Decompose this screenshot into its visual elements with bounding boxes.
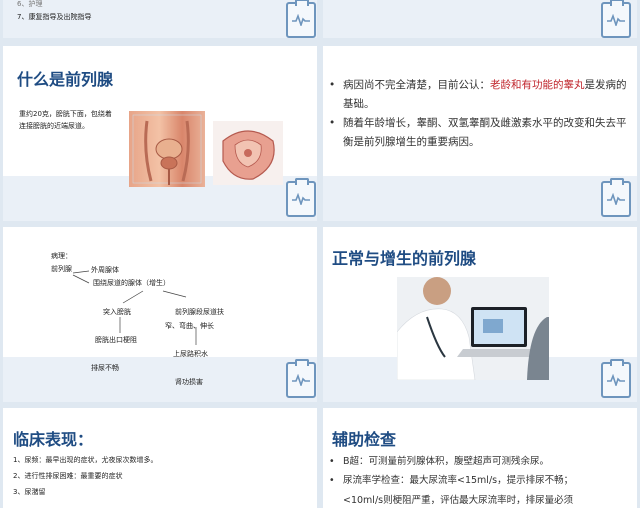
prostate-anatomy-image [129,111,205,187]
bullet-item: 尿流率学检查：最大尿流率<15ml/s，提示排尿不畅； [329,471,633,490]
clipboard-chart-icon [286,0,316,38]
node-pathology: 病理： [51,252,72,260]
slide-footer-band [323,0,637,38]
prostate-description-line1: 重约20克，膀胱下面，包绕着 [19,110,112,118]
slide-thumbnail-2[interactable] [323,0,637,38]
prostate-cross-section-image [213,121,283,185]
slide-thumbnail-6[interactable]: 正常与增生的前列腺 [323,227,637,402]
doctor-laptop-photo [397,277,549,380]
etiology-bullet-list: 病因尚不完全清楚，目前公认：老龄和有功能的睾丸是发病的基础。 随着年龄增长，睾酮… [329,76,629,152]
node-kidney-damage: 肾功损害 [175,378,203,386]
slide-title: 什么是前列腺 [17,70,114,89]
slide-thumbnail-7[interactable]: 临床表现： 1、尿频：最早出现的症状，尤夜尿次数增多。 2、进行性排尿困难：最重… [3,408,317,508]
node-prostate: 前列腺 [51,265,72,273]
slide-thumbnail-8[interactable]: 辅助检查 B超：可测量前列腺体积，腹壁超声可测残余尿。 尿流率学检查：最大尿流率… [323,408,637,508]
symptom-item-2: 2、进行性排尿困难：最重要的症状 [13,472,123,480]
slide-thumbnail-3[interactable]: 什么是前列腺 重约20克，膀胱下面，包绕着 连接膀胱的近端尿道。 [3,46,317,221]
bullet-item: 随着年龄增长，睾酮、双氢睾酮及雌激素水平的改变和失去平衡是前列腺增生的重要病因。 [329,114,629,152]
slide-thumbnail-1[interactable]: 6、护理 7、康复指导及出院指导 [3,0,317,38]
bullet-item: 病因尚不完全清楚，目前公认：老龄和有功能的睾丸是发病的基础。 [329,76,629,114]
slide-footer-band [323,176,637,221]
exam-continuation-line: <10ml/s则梗阻严重，评估最大尿流率时，排尿量必须 [343,495,574,506]
node-bladder-outlet: 膀胱出口梗阻 [95,336,137,344]
prostate-description-line2: 连接膀胱的近端尿道。 [19,122,89,130]
node-urethra-line1: 前列腺段尿道扶 [175,308,224,316]
slide-thumbnail-4[interactable]: 病因尚不完全清楚，目前公认：老龄和有功能的睾丸是发病的基础。 随着年龄增长，睾酮… [323,46,637,221]
node-inner-gland: 围绕尿道的腺体（增生） [93,279,170,287]
slide-thumbnail-5[interactable]: 病理： 前列腺 外周腺体 围绕尿道的腺体（增生） 突入膀胱 前列腺段尿道扶 窄、… [3,227,317,402]
symptom-item-1: 1、尿频：最早出现的症状，尤夜尿次数增多。 [13,456,158,464]
node-urethra-line2: 窄、弯曲、伸长 [165,322,214,330]
slide-title: 辅助检查 [332,430,397,449]
slide-title: 临床表现： [13,430,94,449]
node-difficult-urination: 排尿不畅 [91,364,119,372]
node-outer-gland: 外周腺体 [91,266,119,274]
outline-item-6: 6、护理 [17,0,43,8]
clipboard-chart-icon [601,359,631,398]
clipboard-chart-icon [286,359,316,398]
clipboard-chart-icon [601,178,631,217]
exam-bullet-list: B超：可测量前列腺体积，腹壁超声可测残余尿。 尿流率学检查：最大尿流率<15ml… [329,452,633,490]
outline-item-7: 7、康复指导及出院指导 [17,13,92,21]
clipboard-chart-icon [601,0,631,38]
bullet-item: B超：可测量前列腺体积，腹壁超声可测残余尿。 [329,452,633,471]
symptom-item-3: 3、尿潴留 [13,488,46,496]
slide-title: 正常与增生的前列腺 [332,249,477,268]
node-bladder-protrude: 突入膀胱 [103,308,131,316]
node-upper-tract: 上尿路积水 [173,350,208,358]
clipboard-chart-icon [286,178,316,217]
